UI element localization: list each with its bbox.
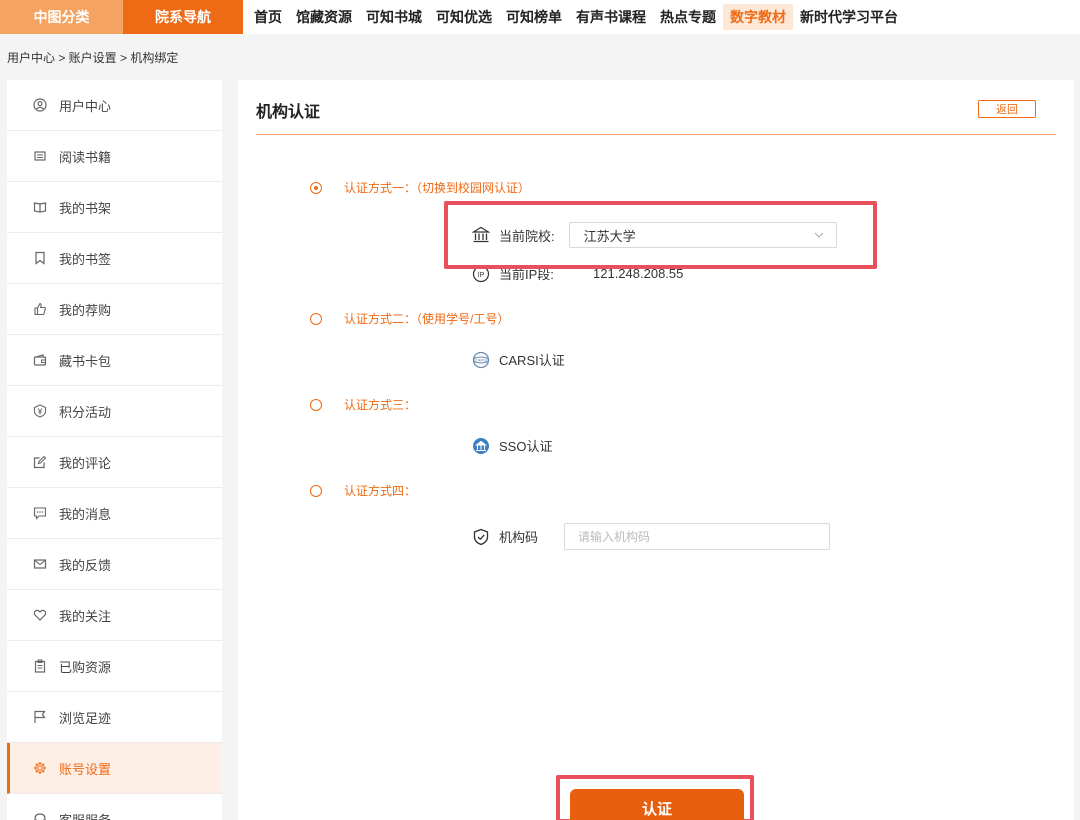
sidebar-item-bookshelf[interactable]: 我的书架: [7, 182, 222, 233]
sidebar-item-account-settings[interactable]: 账号设置: [7, 743, 222, 794]
sso-label[interactable]: SSO认证: [499, 436, 552, 455]
gear-icon: [33, 761, 47, 775]
sidebar-item-label: 藏书卡包: [59, 353, 112, 369]
breadcrumb: 用户中心 > 账户设置 > 机构绑定: [7, 51, 179, 65]
points-icon: [33, 404, 47, 418]
sso-row[interactable]: SSO认证: [472, 436, 552, 455]
auth-method-2[interactable]: 认证方式二：（使用学号/工号）: [310, 310, 509, 327]
carsi-label[interactable]: CARSI认证: [499, 350, 565, 369]
nav-link-home[interactable]: 首页: [247, 4, 289, 30]
page-title: 机构认证: [256, 104, 321, 121]
sidebar-item-messages[interactable]: 我的消息: [7, 488, 222, 539]
sidebar-item-label: 客服服务: [59, 812, 112, 820]
mail-icon: [33, 557, 47, 571]
headset-icon: [33, 812, 47, 820]
sidebar-item-history[interactable]: 浏览足迹: [7, 692, 222, 743]
nav-link-audiobook[interactable]: 有声书课程: [569, 4, 653, 30]
nav-link-rankings[interactable]: 可知榜单: [499, 4, 569, 30]
radio-method-4[interactable]: [310, 484, 322, 497]
nav-link-digital-textbook[interactable]: 数字教材: [723, 4, 793, 30]
category-button-department[interactable]: 院系导航: [123, 0, 243, 34]
top-nav: 中图分类 院系导航 首页 馆藏资源 可知书城 可知优选 可知榜单 有声书课程 热…: [0, 0, 1080, 34]
bookmark-icon: [33, 251, 47, 265]
title-divider: [256, 134, 1056, 135]
flag-icon: [33, 710, 47, 724]
highlight-box-school: [444, 201, 877, 269]
institution-code-row: 机构码: [472, 523, 831, 550]
sidebar-item-label: 我的书架: [59, 200, 112, 216]
sidebar-item-comments[interactable]: 我的评论: [7, 437, 222, 488]
auth-method-2-label: 认证方式二：（使用学号/工号）: [344, 312, 510, 326]
sidebar-item-card-wallet[interactable]: 藏书卡包: [7, 335, 222, 386]
category-button-clc[interactable]: 中图分类: [0, 0, 123, 34]
sidebar-item-label: 用户中心: [59, 98, 112, 114]
sidebar-item-bookmarks[interactable]: 我的书签: [7, 233, 222, 284]
sidebar-item-recommend[interactable]: 我的荐购: [7, 284, 222, 335]
svg-text:IP: IP: [478, 272, 485, 279]
sidebar-item-label: 我的荐购: [59, 302, 112, 318]
auth-method-4-label: 认证方式四：: [344, 484, 417, 498]
institution-auth-panel: 机构认证 返回 认证方式一：（切换到校园网认证） 当前院校: 江苏大学 IP 当…: [238, 80, 1074, 820]
sidebar-item-reading[interactable]: 阅读书籍: [7, 131, 222, 182]
auth-method-3-label: 认证方式三：: [344, 398, 417, 412]
auth-method-4[interactable]: 认证方式四：: [310, 482, 416, 499]
sidebar-item-label: 我的评论: [59, 455, 112, 471]
sidebar-item-label: 浏览足迹: [59, 710, 112, 726]
sidebar: 用户中心 阅读书籍 我的书架 我的书签 我的荐购 藏书卡包 积分活动 我的评论 …: [7, 80, 222, 820]
nav-links: 首页 馆藏资源 可知书城 可知优选 可知榜单 有声书课程 热点专题 数字教材 新…: [247, 0, 905, 34]
sidebar-item-label: 积分活动: [59, 404, 112, 420]
sidebar-item-points[interactable]: 积分活动: [7, 386, 222, 437]
radio-method-3[interactable]: [310, 398, 322, 411]
sidebar-item-user-center[interactable]: 用户中心: [7, 80, 222, 131]
book-open-icon: [33, 200, 47, 214]
nav-link-new-era[interactable]: 新时代学习平台: [793, 4, 905, 30]
sidebar-item-following[interactable]: 我的关注: [7, 590, 222, 641]
shield-check-icon: [472, 528, 490, 546]
sidebar-item-label: 我的书签: [59, 251, 112, 267]
nav-link-collection[interactable]: 馆藏资源: [289, 4, 359, 30]
nav-link-topics[interactable]: 热点专题: [653, 4, 723, 30]
institution-code-input[interactable]: [564, 523, 831, 550]
submit-auth-button[interactable]: 认证: [570, 789, 744, 820]
radio-method-2[interactable]: [310, 312, 322, 325]
nav-link-bookstore[interactable]: 可知书城: [359, 4, 429, 30]
thumbs-up-icon: [33, 302, 47, 316]
sidebar-item-label: 我的关注: [59, 608, 112, 624]
sidebar-item-feedback[interactable]: 我的反馈: [7, 539, 222, 590]
message-icon: [33, 506, 47, 520]
nav-link-selected[interactable]: 可知优选: [429, 4, 499, 30]
institution-code-label: 机构码: [499, 530, 539, 545]
carsi-icon: CARSI: [472, 351, 490, 369]
sidebar-item-label: 已购资源: [59, 659, 112, 675]
back-button[interactable]: 返回: [978, 100, 1036, 118]
reading-icon: [33, 149, 47, 163]
carsi-row[interactable]: CARSI CARSI认证: [472, 350, 565, 369]
edit-icon: [33, 455, 47, 469]
svg-text:CARSI: CARSI: [475, 357, 487, 362]
sidebar-item-customer-service[interactable]: 客服服务: [7, 794, 222, 820]
radio-method-1[interactable]: [310, 181, 322, 194]
sidebar-item-label: 账号设置: [59, 761, 112, 777]
auth-method-1-label: 认证方式一：（切换到校园网认证）: [344, 181, 531, 195]
wallet-icon: [33, 353, 47, 367]
sidebar-item-label: 我的反馈: [59, 557, 112, 573]
sidebar-item-label: 阅读书籍: [59, 149, 112, 165]
auth-method-3[interactable]: 认证方式三：: [310, 396, 416, 413]
auth-method-1[interactable]: 认证方式一：（切换到校园网认证）: [310, 179, 530, 196]
heart-icon: [33, 608, 47, 622]
sidebar-item-label: 我的消息: [59, 506, 112, 522]
user-circle-icon: [33, 98, 47, 112]
clipboard-icon: [33, 659, 47, 673]
sso-icon: [472, 437, 490, 455]
sidebar-item-purchased[interactable]: 已购资源: [7, 641, 222, 692]
